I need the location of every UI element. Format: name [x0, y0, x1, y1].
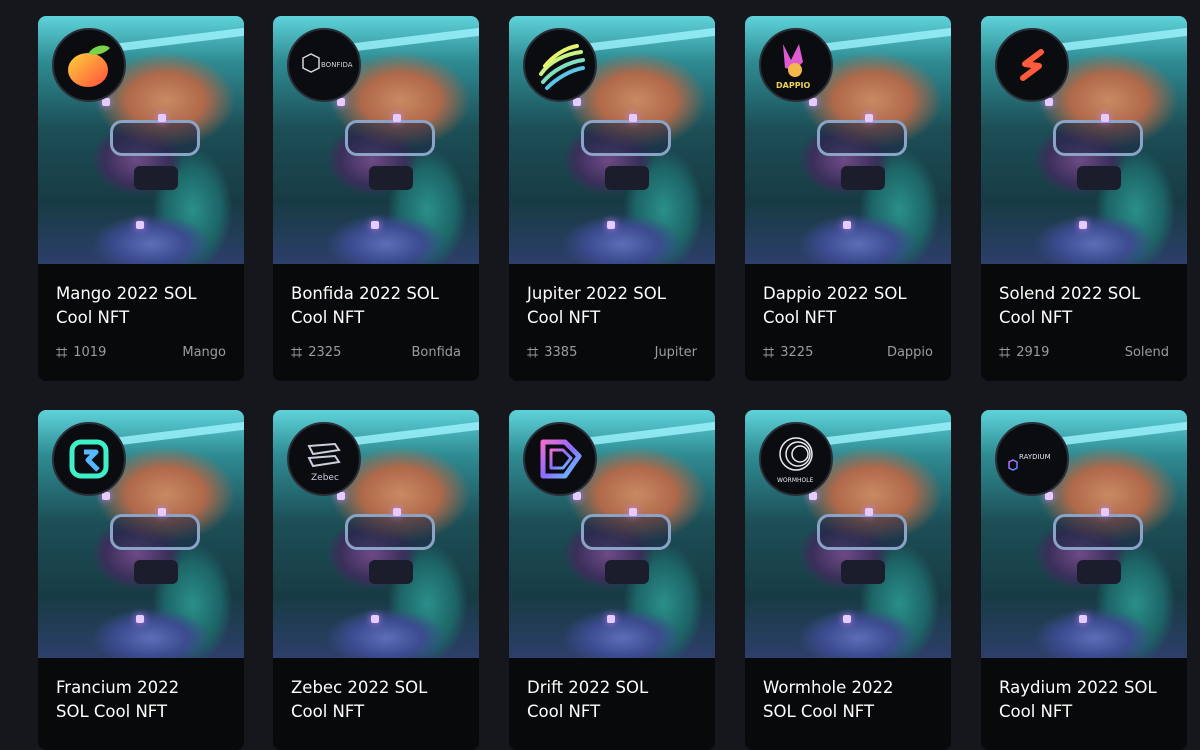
svg-text:WORMHOLE: WORMHOLE: [777, 477, 814, 484]
nft-title: Jupiter 2022 SOL Cool NFT: [527, 284, 666, 327]
nft-card-dappio[interactable]: DAPPIO Dappio 2022 SOL Cool NFT ⌗ 3225 Da…: [745, 16, 951, 381]
raydium-icon: RAYDIUM: [995, 422, 1069, 496]
nft-number: 3385: [544, 344, 578, 360]
hash-icon: ⌗: [527, 340, 539, 364]
nft-number: 1019: [73, 344, 107, 360]
nft-card-solend[interactable]: Solend 2022 SOL Cool NFT ⌗ 2919 Solend: [981, 16, 1187, 381]
nft-artwork: Zebec: [273, 410, 479, 658]
nft-title: Bonfida 2022 SOL Cool NFT: [291, 284, 439, 327]
nft-card-bonfida[interactable]: BONFIDA Bonfida 2022 SOL Cool NFT ⌗ 2325 …: [273, 16, 479, 381]
nft-title: Mango 2022 SOL Cool NFT: [56, 284, 197, 327]
nft-number: 2325: [308, 344, 342, 360]
nft-artwork: [509, 410, 715, 658]
svg-text:BONFIDA: BONFIDA: [321, 61, 353, 69]
zebec-icon: Zebec: [287, 422, 361, 496]
nft-title: Wormhole 2022 SOL Cool NFT: [763, 678, 894, 721]
bonfida-icon: BONFIDA: [287, 28, 361, 102]
nft-grid: Mango 2022 SOL Cool NFT ⌗ 1019 Mango BONF…: [0, 0, 1200, 750]
nft-number: 2919: [1016, 344, 1050, 360]
solend-icon: [995, 28, 1069, 102]
nft-card-raydium[interactable]: RAYDIUM Raydium 2022 SOL Cool NFT: [981, 410, 1187, 750]
nft-title: Zebec 2022 SOL Cool NFT: [291, 678, 428, 721]
nft-title: Drift 2022 SOL Cool NFT: [527, 678, 649, 721]
mango-icon: [52, 28, 126, 102]
nft-artwork: BONFIDA: [273, 16, 479, 264]
nft-title: Raydium 2022 SOL Cool NFT: [999, 678, 1157, 721]
hash-icon: ⌗: [291, 340, 303, 364]
wormhole-icon: WORMHOLE: [759, 422, 833, 496]
nft-project: Dappio: [886, 344, 933, 360]
nft-card-drift[interactable]: Drift 2022 SOL Cool NFT: [509, 410, 715, 750]
nft-project: Bonfida: [411, 344, 461, 360]
hash-icon: ⌗: [999, 340, 1011, 364]
nft-project: Mango: [182, 344, 226, 360]
nft-title: Francium 2022 SOL Cool NFT: [56, 678, 180, 721]
hash-icon: ⌗: [763, 340, 775, 364]
nft-artwork: RAYDIUM: [981, 410, 1187, 658]
nft-artwork: WORMHOLE: [745, 410, 951, 658]
nft-artwork: DAPPIO: [745, 16, 951, 264]
nft-number: 3225: [780, 344, 814, 360]
nft-project: Jupiter: [654, 344, 697, 360]
nft-artwork: [38, 16, 244, 264]
nft-title: Dappio 2022 SOL Cool NFT: [763, 284, 907, 327]
nft-card-francium[interactable]: Francium 2022 SOL Cool NFT: [38, 410, 244, 750]
nft-artwork: [509, 16, 715, 264]
nft-artwork: [981, 16, 1187, 264]
svg-text:Zebec: Zebec: [311, 473, 339, 483]
svg-text:RAYDIUM: RAYDIUM: [1019, 453, 1051, 461]
hash-icon: ⌗: [56, 340, 68, 364]
jupiter-icon: [523, 28, 597, 102]
francium-icon: [52, 422, 126, 496]
nft-project: Solend: [1124, 344, 1169, 360]
nft-card-wormhole[interactable]: WORMHOLE Wormhole 2022 SOL Cool NFT: [745, 410, 951, 750]
nft-card-mango[interactable]: Mango 2022 SOL Cool NFT ⌗ 1019 Mango: [38, 16, 244, 381]
nft-artwork: [38, 410, 244, 658]
nft-title: Solend 2022 SOL Cool NFT: [999, 284, 1141, 327]
nft-card-zebec[interactable]: Zebec Zebec 2022 SOL Cool NFT: [273, 410, 479, 750]
nft-card-jupiter[interactable]: Jupiter 2022 SOL Cool NFT ⌗ 3385 Jupiter: [509, 16, 715, 381]
dappio-icon: DAPPIO: [759, 28, 833, 102]
drift-icon: [523, 422, 597, 496]
svg-text:DAPPIO: DAPPIO: [776, 81, 811, 90]
